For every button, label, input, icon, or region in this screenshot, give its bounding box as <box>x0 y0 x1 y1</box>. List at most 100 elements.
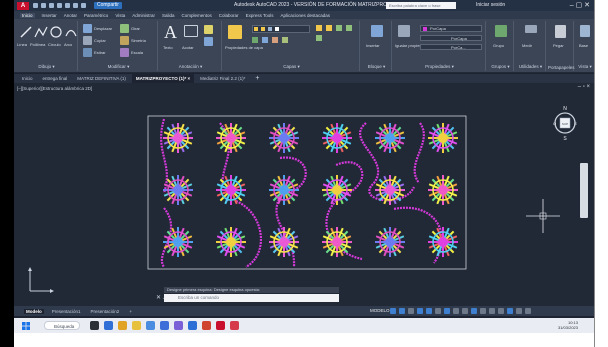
stretch-icon[interactable] <box>83 48 92 57</box>
motif-rosette[interactable] <box>216 123 246 153</box>
drawing-canvas[interactable] <box>14 83 594 306</box>
text-tool-label[interactable]: Texto <box>163 45 173 50</box>
motif-rosette[interactable] <box>375 175 405 205</box>
tab-salida[interactable]: Salida <box>162 13 175 18</box>
sun-icon[interactable] <box>261 27 265 31</box>
word-icon[interactable] <box>188 321 197 330</box>
paste-icon[interactable] <box>555 25 566 38</box>
tab-anotar[interactable]: Anotar <box>64 13 77 18</box>
dimension-icon[interactable] <box>184 25 198 37</box>
layout-tab-presentacion1[interactable]: Presentación1 <box>50 309 83 314</box>
tab-parametrico[interactable]: Paramétrico <box>84 13 108 18</box>
layer-tool-icon[interactable] <box>326 25 332 31</box>
motif-grid[interactable] <box>163 123 458 257</box>
mail-icon[interactable] <box>160 321 169 330</box>
file-tab-inicio[interactable]: Inicio <box>18 74 37 83</box>
polyline-icon[interactable] <box>34 25 48 39</box>
color-dropdown[interactable]: PorCapa <box>420 25 482 32</box>
modify-panel-label[interactable]: Modificar ▾ <box>80 64 157 70</box>
motif-rosette[interactable] <box>322 175 352 205</box>
print-icon[interactable] <box>65 3 70 8</box>
share-button[interactable]: Compartir <box>94 2 122 9</box>
match-properties-icon[interactable] <box>398 25 410 37</box>
linetype-dropdown[interactable]: PorCapa <box>420 35 482 41</box>
fullscreen-icon[interactable] <box>516 308 522 314</box>
draw-panel-label[interactable]: Dibujo ▾ <box>16 64 77 70</box>
file-tab-matriz-definitiva[interactable]: MATRIZ DEFINITIVA (1) <box>73 74 130 83</box>
file-tab-matrizproyecto[interactable]: MATRIZPROYECTO (1)* × <box>131 74 195 83</box>
customize-icon[interactable] <box>525 308 531 314</box>
rotate-icon[interactable] <box>120 24 129 33</box>
system-clock[interactable]: 10:13 31/03/2023 <box>558 320 578 330</box>
rotate-tool-label[interactable]: Girar <box>131 26 140 31</box>
lineweight-icon[interactable] <box>444 308 450 314</box>
layer-properties-icon[interactable] <box>228 25 242 39</box>
layer-tool-icon[interactable] <box>316 25 322 31</box>
selection-cycling-icon[interactable] <box>462 308 468 314</box>
otrack-icon[interactable] <box>435 308 441 314</box>
save-icon[interactable] <box>49 3 54 8</box>
osnap-icon[interactable] <box>426 308 432 314</box>
circle-icon[interactable] <box>49 25 63 39</box>
workspace-icon[interactable] <box>480 308 486 314</box>
file-explorer-icon[interactable] <box>132 321 141 330</box>
motif-rosette[interactable] <box>322 123 352 153</box>
motif-rosette[interactable] <box>163 175 193 205</box>
isolate-objects-icon[interactable] <box>507 308 513 314</box>
new-icon[interactable] <box>33 3 38 8</box>
motif-rosette[interactable] <box>428 175 458 205</box>
taskbar-search[interactable]: Búsqueda <box>44 321 80 330</box>
new-layout-button[interactable]: + <box>127 309 134 314</box>
arc-icon[interactable] <box>64 25 78 39</box>
tab-complementos[interactable]: Complementos <box>182 13 212 18</box>
move-tool-label[interactable]: Desplazar <box>94 26 112 31</box>
group-tool-label[interactable]: Grupo <box>493 43 504 48</box>
stretch-tool-label[interactable]: Estirar <box>94 50 106 55</box>
color-swatch-icon[interactable] <box>275 27 279 31</box>
layers-panel-label[interactable]: Capas ▾ <box>224 64 359 70</box>
annotation-scale-icon[interactable] <box>471 308 477 314</box>
drawing-frame[interactable] <box>147 115 467 270</box>
motif-rosette[interactable] <box>428 123 458 153</box>
utilities-panel-label[interactable]: Utilidades ▾ <box>516 64 545 70</box>
tab-express-tools[interactable]: Express Tools <box>246 13 274 18</box>
layer-tool-icon[interactable] <box>252 37 258 43</box>
copy-tool-label[interactable]: Copiar <box>94 38 106 43</box>
dimension-tool-label[interactable]: Acotar <box>182 45 194 50</box>
new-file-tab-button[interactable]: + <box>255 75 259 82</box>
quick-properties-icon[interactable] <box>498 308 504 314</box>
measure-icon[interactable] <box>525 25 537 33</box>
table-icon[interactable] <box>204 37 213 46</box>
save-as-icon[interactable] <box>57 3 62 8</box>
command-input[interactable]: Escriba un comando <box>164 294 339 302</box>
layer-tool-icon[interactable] <box>282 37 288 43</box>
drawing-viewport[interactable]: [–][Superior][Estructura alámbrica 2D] –… <box>14 83 594 306</box>
tab-inicio[interactable]: Inicio <box>20 12 35 18</box>
task-view-icon[interactable] <box>90 321 99 330</box>
units-icon[interactable] <box>489 308 495 314</box>
tab-aplicaciones-destacadas[interactable]: Aplicaciones destacadas <box>281 13 331 18</box>
properties-panel-label[interactable]: Propiedades ▾ <box>394 64 485 70</box>
motif-rosette[interactable] <box>269 123 299 153</box>
motif-rosette[interactable] <box>375 123 405 153</box>
leader-icon[interactable] <box>204 25 213 34</box>
layer-tool-icon[interactable] <box>262 37 268 43</box>
text-icon[interactable]: A <box>164 22 177 43</box>
windows-start-icon[interactable] <box>22 322 30 330</box>
view-panel-label[interactable]: Vista ▾ <box>576 64 594 70</box>
insert-block-label[interactable]: Insertar <box>366 43 380 48</box>
tab-administrar[interactable]: Administrar <box>132 13 155 18</box>
group-icon[interactable] <box>495 25 507 37</box>
base-view-label[interactable]: Base <box>579 43 588 48</box>
paste-tool-label[interactable]: Pegar <box>553 43 564 48</box>
sign-in-button[interactable]: Iniciar sesión <box>476 2 505 8</box>
edge-icon[interactable] <box>104 321 113 330</box>
motif-rosette[interactable] <box>163 227 193 257</box>
window-controls[interactable]: – ▢ ✕ <box>570 1 590 9</box>
motif-rosette[interactable] <box>163 123 193 153</box>
layer-tool-icon[interactable] <box>336 25 342 31</box>
transparency-icon[interactable] <box>453 308 459 314</box>
block-panel-label[interactable]: Bloque ▾ <box>362 64 391 70</box>
model-space-button[interactable]: MODELO <box>370 308 390 313</box>
scale-icon[interactable] <box>120 48 129 57</box>
